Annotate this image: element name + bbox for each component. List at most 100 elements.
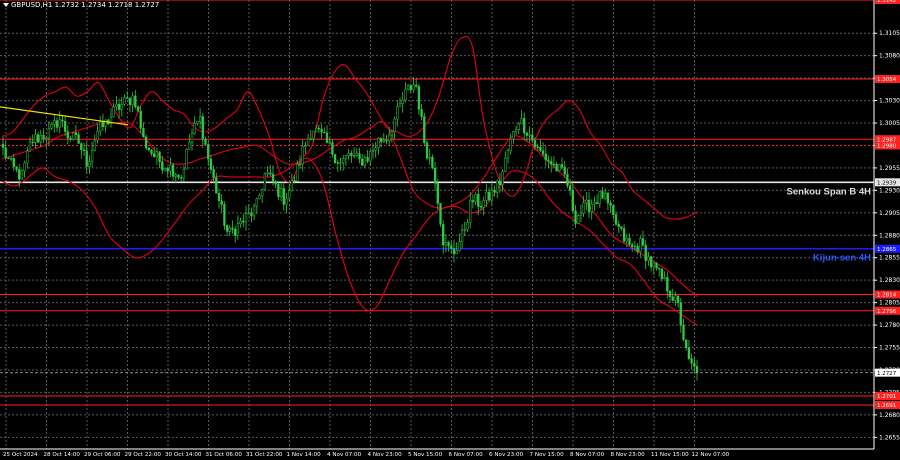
candle-body xyxy=(190,132,194,143)
candle-body xyxy=(193,123,196,134)
x-tick-label: 4 Nov 07:00 xyxy=(327,452,362,458)
candle-body xyxy=(658,267,661,270)
candle-body xyxy=(647,256,650,261)
candle-body xyxy=(547,159,550,162)
candle-body xyxy=(220,200,223,205)
candle-body xyxy=(639,238,642,252)
candle-body xyxy=(209,158,213,170)
candle-body xyxy=(196,121,199,124)
candle-body xyxy=(641,238,645,246)
candle-body xyxy=(198,116,202,122)
candle-body xyxy=(323,131,326,134)
candle-body xyxy=(695,366,699,373)
price-level-tag-text: 1.2701 xyxy=(877,394,896,400)
y-tick-label: 1.2930 xyxy=(879,187,900,194)
candle-body xyxy=(42,134,45,140)
candle-body xyxy=(171,164,175,177)
candle-body xyxy=(177,174,180,178)
candle-body xyxy=(161,161,164,171)
candle-body xyxy=(385,139,388,142)
candle-body xyxy=(425,142,429,159)
candle-body xyxy=(80,143,83,151)
symbol-info: GBPUSD,H1 1.2732 1.2734 1.2718 1.2727 xyxy=(3,1,159,9)
x-tick-label: 25 Oct 2024 xyxy=(3,452,38,458)
x-tick-label: 31 Oct 06:00 xyxy=(206,452,243,458)
candle-body xyxy=(231,227,234,230)
x-tick-label: 29 Oct 22:00 xyxy=(125,452,162,458)
candle-body xyxy=(250,212,253,217)
candle-body xyxy=(290,180,294,191)
candle-body xyxy=(90,150,94,162)
candle-body xyxy=(239,220,242,225)
candle-body xyxy=(277,183,280,198)
candle-body xyxy=(223,204,226,226)
y-tick-label: 1.2680 xyxy=(879,412,900,419)
candle-body xyxy=(595,202,599,204)
candle-body xyxy=(99,121,102,132)
candle-body xyxy=(361,158,364,166)
y-tick-label: 1.2855 xyxy=(879,255,900,262)
candle-body xyxy=(153,153,156,158)
price-chart[interactable]: 25 Oct 2024 28 Oct 14:00 29 Oct 06:00 29 Oc… xyxy=(0,0,900,460)
candle-body xyxy=(101,121,105,127)
candle-body xyxy=(433,167,437,184)
candle-body xyxy=(514,129,518,132)
x-tick-label: 6 Nov 07:00 xyxy=(449,452,484,458)
candle-body xyxy=(117,104,121,110)
price-level-tag-text: 1.2814 xyxy=(877,293,897,299)
dropdown-triangle-icon[interactable] xyxy=(3,3,9,7)
candle-body xyxy=(301,146,304,165)
candle-body xyxy=(69,137,72,140)
price-level-tag-text: 1.3142 xyxy=(877,0,896,4)
candle-body xyxy=(4,147,7,159)
candle-body xyxy=(693,362,696,367)
candle-body xyxy=(269,172,272,175)
candle-body xyxy=(652,262,655,267)
candle-body xyxy=(342,158,345,164)
candle-body xyxy=(228,227,231,232)
candle-body xyxy=(169,164,172,172)
candle-body xyxy=(417,86,421,110)
price-level-tag-text: 1.2796 xyxy=(877,309,897,315)
candle-body xyxy=(587,199,591,212)
bollinger-upper-line xyxy=(1,35,698,220)
candle-body xyxy=(450,245,453,249)
candle-body xyxy=(63,120,67,132)
candle-body xyxy=(155,151,159,158)
candle-body xyxy=(336,162,339,164)
candle-body xyxy=(420,109,423,117)
candle-body xyxy=(412,84,415,91)
y-tick-label: 1.3030 xyxy=(879,98,900,105)
candle-body xyxy=(236,223,240,236)
level-label: Senkou Span B 4H xyxy=(787,186,872,197)
candle-body xyxy=(247,212,250,214)
candle-body xyxy=(315,127,318,132)
candle-body xyxy=(88,161,91,167)
level-label: Kijun-sen 4H xyxy=(813,253,871,264)
candle-body xyxy=(442,224,445,246)
candle-body xyxy=(36,134,40,143)
candle-body xyxy=(415,84,418,87)
candle-body xyxy=(304,145,307,148)
candle-body xyxy=(363,157,367,166)
candle-body xyxy=(282,188,285,205)
candle-body xyxy=(501,171,504,185)
candle-body xyxy=(382,139,385,142)
candle-body xyxy=(520,118,523,125)
price-level-tag-text: 1.2865 xyxy=(877,247,897,253)
candle-body xyxy=(655,262,658,269)
candle-body xyxy=(466,221,469,230)
candle-body xyxy=(115,104,118,108)
candle-body xyxy=(620,226,623,229)
candle-body xyxy=(477,193,480,207)
candle-body xyxy=(366,157,369,162)
candle-body xyxy=(279,188,283,198)
candle-body xyxy=(458,241,461,251)
candle-body xyxy=(601,191,604,199)
candle-body xyxy=(685,339,688,348)
candle-body xyxy=(34,134,37,143)
candle-body xyxy=(598,191,601,204)
candle-body xyxy=(585,199,588,204)
x-tick-label: 8 Nov 07:00 xyxy=(570,452,605,458)
candle-body xyxy=(636,245,639,252)
